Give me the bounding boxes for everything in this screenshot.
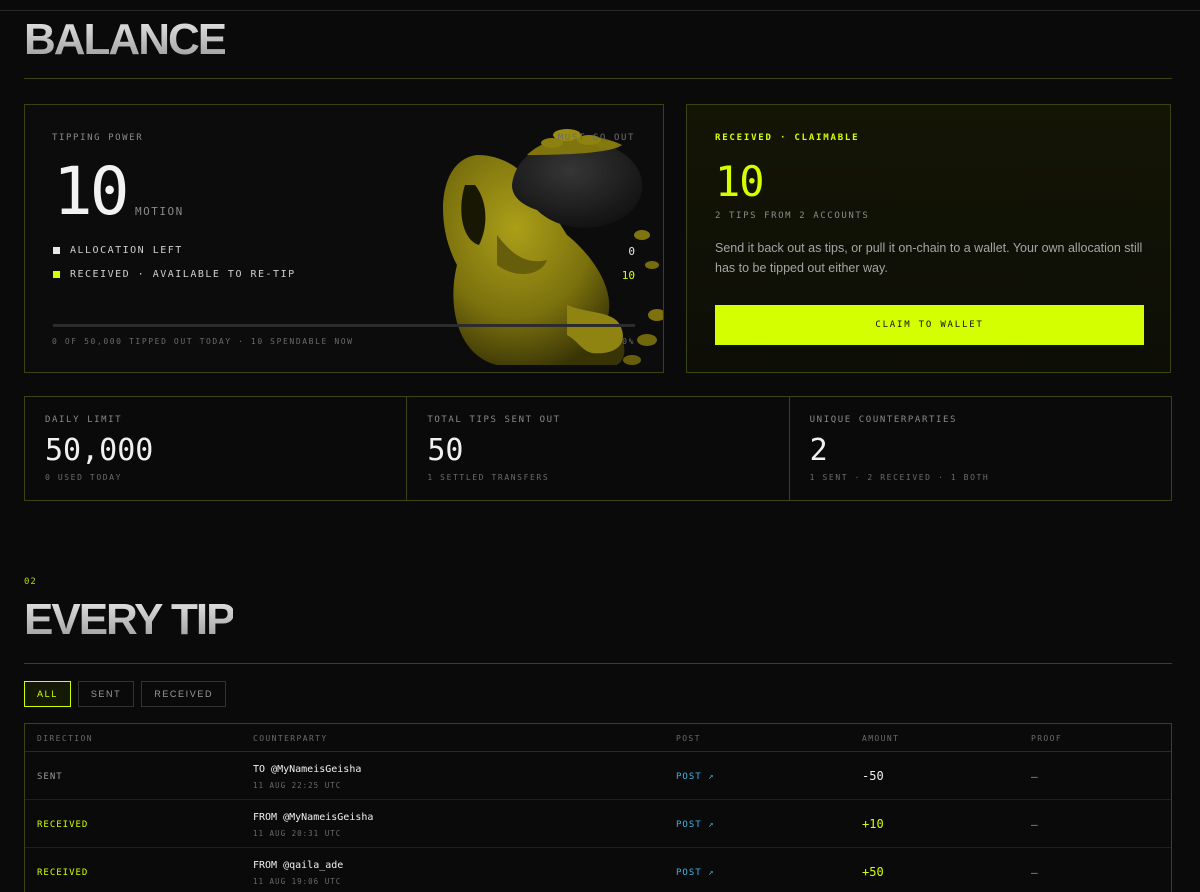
stat-value: 50,000	[45, 433, 154, 468]
col-direction: DIRECTION	[37, 734, 93, 743]
row-direction: RECEIVED	[37, 868, 89, 878]
legend-label: ALLOCATION LEFT	[70, 245, 183, 256]
table-row: SENT TO @MyNameisGeisha 11 AUG 22:25 UTC…	[25, 752, 1171, 800]
row-post-link[interactable]: POST ↗	[676, 772, 715, 782]
legend-value-allocation: 0	[628, 245, 635, 258]
must-go-out-label: MUST GO OUT	[557, 133, 635, 143]
col-proof: PROOF	[1031, 734, 1063, 743]
tipping-power-card: TIPPING POWER MUST GO OUT 10 MOTION ALLO…	[24, 104, 664, 373]
row-date: 11 AUG 20:31 UTC	[253, 829, 342, 838]
every-tip-title: EVERY TIP	[24, 595, 235, 644]
tipped-progress-bar	[53, 324, 635, 327]
section-number: 02	[24, 577, 37, 587]
tipping-power-unit: MOTION	[135, 205, 184, 218]
row-proof: —	[1031, 866, 1038, 879]
row-proof: —	[1031, 770, 1038, 783]
claimable-description: Send it back out as tips, or pull it on-…	[715, 241, 1143, 275]
legend-received: RECEIVED · AVAILABLE TO RE-TIP	[53, 269, 296, 280]
stat-note: 0 USED TODAY	[45, 473, 122, 482]
tipping-power-value: 10	[53, 153, 130, 230]
row-amount: -50	[862, 769, 884, 783]
stat-label: DAILY LIMIT	[45, 415, 123, 425]
stat-unique-counterparties: UNIQUE COUNTERPARTIES 2 1 SENT · 2 RECEI…	[790, 397, 1171, 500]
tips-table: DIRECTION COUNTERPARTY POST AMOUNT PROOF…	[24, 723, 1172, 892]
claimable-value: 10	[715, 157, 765, 206]
stat-total-tips: TOTAL TIPS SENT OUT 50 1 SETTLED TRANSFE…	[407, 397, 790, 500]
table-row: RECEIVED FROM @MyNameisGeisha 11 AUG 20:…	[25, 800, 1171, 848]
table-header: DIRECTION COUNTERPARTY POST AMOUNT PROOF	[25, 724, 1171, 752]
row-post-link[interactable]: POST ↗	[676, 820, 715, 830]
every-tip-rule	[24, 663, 1172, 664]
row-amount: +50	[862, 865, 884, 879]
legend-label: RECEIVED · AVAILABLE TO RE-TIP	[70, 269, 296, 280]
col-amount: AMOUNT	[862, 734, 900, 743]
row-post-link[interactable]: POST ↗	[676, 868, 715, 878]
balance-title: BALANCE	[24, 15, 227, 64]
col-counterparty: COUNTERPARTY	[253, 734, 328, 743]
row-date: 11 AUG 22:25 UTC	[253, 781, 342, 790]
stat-note: 1 SENT · 2 RECEIVED · 1 BOTH	[809, 473, 990, 482]
claimable-sub: 2 TIPS FROM 2 ACCOUNTS	[715, 211, 870, 221]
filter-received[interactable]: RECEIVED	[141, 681, 227, 707]
stat-value: 2	[809, 433, 828, 468]
table-row: RECEIVED FROM @qaila_ade 11 AUG 19:06 UT…	[25, 848, 1171, 892]
legend-swatch-lime	[53, 271, 60, 278]
stat-label: UNIQUE COUNTERPARTIES	[809, 415, 958, 425]
col-post: POST	[676, 734, 701, 743]
filter-tabs: ALL SENT RECEIVED	[24, 681, 227, 707]
claim-to-wallet-button[interactable]: CLAIM TO WALLET	[715, 305, 1144, 345]
mascot-illustration	[443, 129, 663, 365]
tipping-power-label: TIPPING POWER	[52, 133, 144, 143]
tipped-footnote: 0 OF 50,000 TIPPED OUT TODAY · 10 SPENDA…	[52, 337, 354, 346]
row-direction: RECEIVED	[37, 820, 89, 830]
claimable-label: RECEIVED · CLAIMABLE	[715, 133, 860, 143]
legend-swatch-white	[53, 247, 60, 254]
row-counterparty[interactable]: FROM @qaila_ade	[253, 860, 343, 871]
stat-note: 1 SETTLED TRANSFERS	[427, 473, 550, 482]
legend-allocation-left: ALLOCATION LEFT	[53, 245, 183, 256]
row-direction: SENT	[37, 772, 63, 782]
claimable-card: RECEIVED · CLAIMABLE 10 2 TIPS FROM 2 AC…	[686, 104, 1171, 373]
tipped-percent: 0%	[622, 337, 635, 346]
row-counterparty[interactable]: FROM @MyNameisGeisha	[253, 812, 373, 823]
stat-label: TOTAL TIPS SENT OUT	[427, 415, 561, 425]
stat-daily-limit: DAILY LIMIT 50,000 0 USED TODAY	[25, 397, 408, 500]
stat-value: 50	[427, 433, 464, 468]
stats-panel: DAILY LIMIT 50,000 0 USED TODAY TOTAL TI…	[24, 396, 1172, 501]
row-date: 11 AUG 19:06 UTC	[253, 877, 342, 886]
legend-value-received: 10	[621, 269, 635, 282]
filter-all[interactable]: ALL	[24, 681, 71, 707]
row-proof: —	[1031, 818, 1038, 831]
top-divider	[0, 10, 1200, 11]
balance-rule	[24, 78, 1172, 79]
filter-sent[interactable]: SENT	[77, 681, 135, 707]
row-amount: +10	[862, 817, 884, 831]
row-counterparty[interactable]: TO @MyNameisGeisha	[253, 764, 361, 775]
